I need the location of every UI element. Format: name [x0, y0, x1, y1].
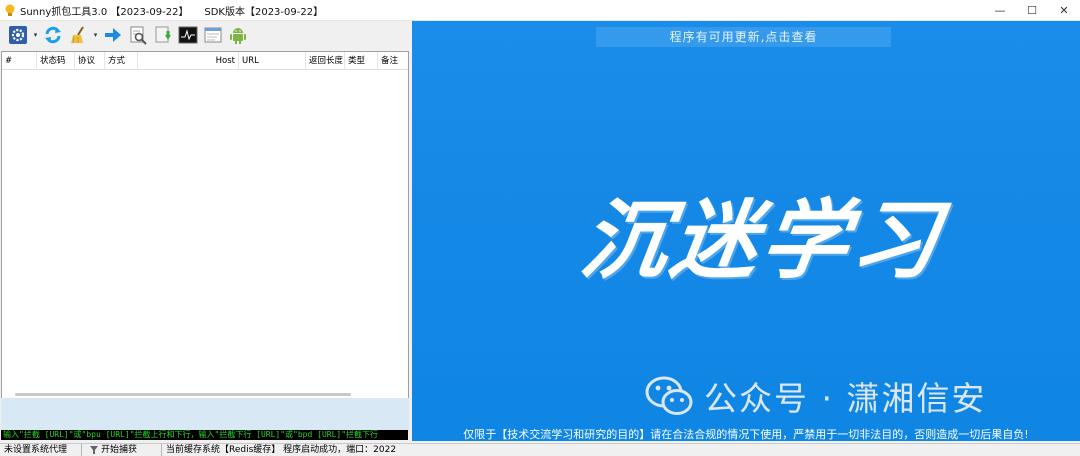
title-bar: Sunny抓包工具3.0 【2023-09-22】 SDK版本【2023-09-… [0, 0, 1080, 21]
search-edit-icon [130, 26, 147, 45]
col-url[interactable]: URL [239, 52, 306, 70]
disclaimer: 仅限于【技术交流学习和研究的目的】请在合法合规的情况下使用，严禁用于一切非法目的… [463, 428, 1029, 441]
col-status[interactable]: 状态码 [37, 52, 75, 70]
close-button[interactable]: ✕ [1048, 0, 1080, 21]
col-index[interactable]: # [2, 52, 37, 70]
capture-list-header: # 状态码 协议 方式 Host URL 返回长度 类型 备注 [2, 52, 408, 70]
arrow-right-icon [105, 28, 121, 42]
notepad-icon [204, 27, 222, 43]
capture-list[interactable]: # 状态码 协议 方式 Host URL 返回长度 类型 备注 [1, 51, 409, 416]
horizontal-scrollbar[interactable] [15, 393, 351, 396]
funnel-icon [90, 446, 98, 454]
android-button[interactable] [227, 24, 249, 46]
update-banner[interactable]: 程序有可用更新,点击查看 [596, 27, 891, 47]
window-title: Sunny抓包工具3.0 【2023-09-22】 SDK版本【2023-09-… [20, 6, 324, 18]
hero-title: 沉迷学习 [574, 190, 950, 291]
wechat-icon [645, 376, 693, 415]
download-icon [155, 26, 171, 43]
capture-toggle[interactable]: 开始捕获 [82, 443, 162, 456]
watermark: 公众号 · 潇湘信安 [644, 373, 986, 419]
refresh-icon [45, 26, 61, 44]
window-controls: — ☐ ✕ [984, 0, 1080, 21]
terminal-button[interactable] [177, 24, 199, 46]
app-lightbulb-icon [3, 3, 17, 17]
col-note[interactable]: 备注 [378, 52, 408, 70]
clear-button[interactable] [67, 24, 89, 46]
col-host[interactable]: Host [138, 52, 239, 70]
capture-label: 开始捕获 [101, 444, 138, 455]
command-input[interactable]: 输入"拦截 [URL]"或"bpu [URL]"拦截上行和下行，输入"拦截下行 … [1, 430, 408, 440]
settings-button[interactable] [7, 24, 29, 46]
settings-dropdown[interactable]: ▾ [32, 24, 39, 46]
col-protocol[interactable]: 协议 [75, 52, 105, 70]
proxy-status[interactable]: 未设置系统代理 [0, 443, 82, 456]
watermark-text: 公众号 · 潇湘信安 [704, 379, 987, 418]
inspect-button[interactable] [127, 24, 149, 46]
maximize-button[interactable]: ☐ [1016, 0, 1048, 21]
forward-button[interactable] [102, 24, 124, 46]
notepad-button[interactable] [202, 24, 224, 46]
minimize-button[interactable]: — [984, 0, 1016, 21]
download-button[interactable] [152, 24, 174, 46]
capture-pane: ▾ ▾ # 状态码 协议 方式 Host URL 返回长度 类型 备注 输入"拦… [0, 21, 411, 443]
col-type[interactable]: 类型 [345, 52, 378, 70]
android-icon [230, 28, 246, 44]
cache-status: 当前缓存系统【Redis缓存】 程序启动成功，端口：2022 [166, 444, 397, 455]
col-length[interactable]: 返回长度 [306, 52, 345, 70]
status-bar: 未设置系统代理 开始捕获 当前缓存系统【Redis缓存】 程序启动成功，端口：2… [0, 443, 1080, 456]
refresh-button[interactable] [42, 24, 64, 46]
broom-icon [71, 26, 84, 44]
welcome-panel: 程序有可用更新,点击查看 沉迷学习 公众号 · 潇湘信安 仅限于【技术交流学习和… [412, 21, 1080, 441]
col-method[interactable]: 方式 [105, 52, 138, 70]
terminal-icon [178, 26, 198, 44]
gear-icon [9, 26, 27, 44]
toolbar: ▾ ▾ [0, 21, 411, 49]
detail-panel[interactable] [1, 398, 409, 431]
clear-dropdown[interactable]: ▾ [92, 24, 99, 46]
